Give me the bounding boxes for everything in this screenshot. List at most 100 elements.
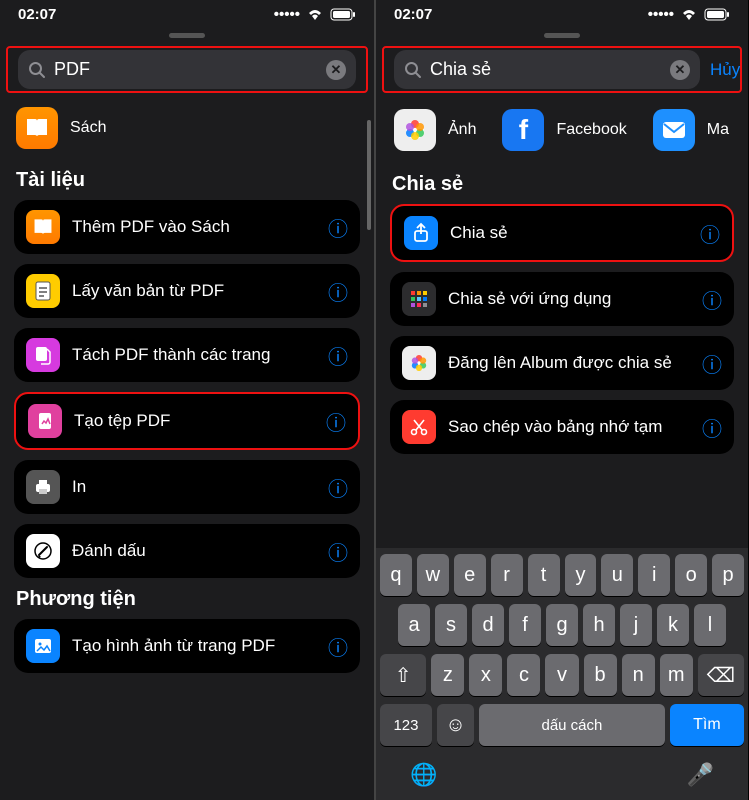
key-w[interactable]: w (417, 554, 449, 596)
key-c[interactable]: c (507, 654, 540, 696)
key-m[interactable]: m (660, 654, 693, 696)
key-e[interactable]: e (454, 554, 486, 596)
sheet-grabber[interactable] (169, 33, 205, 38)
search-input[interactable] (430, 59, 662, 80)
info-icon[interactable]: ⓘ (702, 349, 722, 378)
info-icon[interactable]: ⓘ (702, 285, 722, 314)
info-icon[interactable]: ⓘ (328, 213, 348, 242)
app-suggestion-books[interactable]: Sách (14, 103, 360, 159)
action-add-pdf-to-books[interactable]: Thêm PDF vào Sách ⓘ (14, 200, 360, 254)
action-label: Tạo hình ảnh từ trang PDF (72, 636, 316, 656)
grid-icon (402, 282, 436, 316)
action-label: Sao chép vào bảng nhớ tạm (448, 417, 690, 437)
action-image-from-pdf[interactable]: Tạo hình ảnh từ trang PDF ⓘ (14, 619, 360, 673)
key-k[interactable]: k (657, 604, 689, 646)
phone-left: 02:07 ••••• ✕ Sách Tài liệu Th (0, 0, 374, 800)
info-icon[interactable]: ⓘ (328, 473, 348, 502)
action-label: Đánh dấu (72, 541, 316, 561)
app-suggestion-photos[interactable]: Ảnh (394, 109, 476, 151)
action-get-text-from-pdf[interactable]: Lấy văn bản từ PDF ⓘ (14, 264, 360, 318)
key-z[interactable]: z (431, 654, 464, 696)
app-suggestion-mail[interactable]: Ma (653, 109, 729, 151)
key-u[interactable]: u (601, 554, 633, 596)
info-icon[interactable]: ⓘ (700, 219, 720, 248)
key-space[interactable]: dấu cách (479, 704, 665, 746)
photos-icon (394, 109, 436, 151)
app-suggestions-row[interactable]: Ảnh f Facebook Ma (390, 103, 734, 163)
info-icon[interactable]: ⓘ (702, 413, 722, 442)
cellular-icon: ••••• (648, 6, 674, 23)
globe-icon[interactable]: 🌐 (410, 762, 437, 788)
info-icon[interactable]: ⓘ (326, 407, 346, 436)
key-q[interactable]: q (380, 554, 412, 596)
mic-icon[interactable]: 🎤 (687, 762, 714, 788)
keyboard[interactable]: q w e r t y u i o p a s d f g h j k l ⇧ … (376, 548, 748, 800)
key-i[interactable]: i (638, 554, 670, 596)
key-l[interactable]: l (694, 604, 726, 646)
action-make-pdf[interactable]: Tạo tệp PDF ⓘ (14, 392, 360, 450)
info-icon[interactable]: ⓘ (328, 277, 348, 306)
key-h[interactable]: h (583, 604, 615, 646)
status-time: 02:07 (394, 6, 432, 23)
book-icon (26, 210, 60, 244)
scrollbar[interactable] (367, 120, 371, 230)
doc-split-icon (26, 338, 60, 372)
key-p[interactable]: p (712, 554, 744, 596)
search-icon (404, 61, 422, 79)
sheet-grabber[interactable] (544, 33, 580, 38)
key-backspace[interactable]: ⌫ (698, 654, 744, 696)
info-icon[interactable]: ⓘ (328, 632, 348, 661)
book-icon (16, 107, 58, 149)
mail-icon (653, 109, 695, 151)
key-shift[interactable]: ⇧ (380, 654, 426, 696)
action-print[interactable]: In ⓘ (14, 460, 360, 514)
key-t[interactable]: t (528, 554, 560, 596)
key-v[interactable]: v (545, 654, 578, 696)
search-field[interactable]: ✕ (18, 50, 356, 89)
action-list-documents: Thêm PDF vào Sách ⓘ Lấy văn bản từ PDF ⓘ… (14, 200, 360, 578)
key-s[interactable]: s (435, 604, 467, 646)
status-time: 02:07 (18, 6, 56, 23)
key-n[interactable]: n (622, 654, 655, 696)
key-r[interactable]: r (491, 554, 523, 596)
action-label: Tạo tệp PDF (74, 411, 314, 431)
key-f[interactable]: f (509, 604, 541, 646)
key-y[interactable]: y (565, 554, 597, 596)
wifi-icon (680, 8, 698, 21)
action-markup[interactable]: Đánh dấu ⓘ (14, 524, 360, 578)
action-copy-clipboard[interactable]: Sao chép vào bảng nhớ tạm ⓘ (390, 400, 734, 454)
key-123[interactable]: 123 (380, 704, 432, 746)
action-share[interactable]: Chia sẻ ⓘ (390, 204, 734, 262)
info-icon[interactable]: ⓘ (328, 537, 348, 566)
clear-search-icon[interactable]: ✕ (670, 60, 690, 80)
key-g[interactable]: g (546, 604, 578, 646)
app-suggestion-facebook[interactable]: f Facebook (502, 109, 626, 151)
action-list-share: Chia sẻ ⓘ Chia sẻ với ứng dụng ⓘ Đăng lê… (390, 204, 734, 454)
key-emoji[interactable]: ☺ (437, 704, 474, 746)
action-share-with-app[interactable]: Chia sẻ với ứng dụng ⓘ (390, 272, 734, 326)
section-title: Tài liệu (14, 159, 360, 200)
app-suggestion-label: Facebook (556, 121, 626, 139)
key-b[interactable]: b (584, 654, 617, 696)
keyboard-row-2: a s d f g h j k l (380, 604, 744, 646)
action-post-shared-album[interactable]: Đăng lên Album được chia sẻ ⓘ (390, 336, 734, 390)
clear-search-icon[interactable]: ✕ (326, 60, 346, 80)
action-split-pdf[interactable]: Tách PDF thành các trang ⓘ (14, 328, 360, 382)
keyboard-bottom-row: 🌐 🎤 (380, 754, 744, 790)
cancel-button[interactable]: Hủy (710, 60, 740, 80)
doc-make-icon (28, 404, 62, 438)
key-d[interactable]: d (472, 604, 504, 646)
app-suggestion-label: Ma (707, 121, 729, 139)
key-a[interactable]: a (398, 604, 430, 646)
cellular-icon: ••••• (274, 6, 300, 23)
info-icon[interactable]: ⓘ (328, 341, 348, 370)
key-return[interactable]: Tìm (670, 704, 744, 746)
action-label: Chia sẻ (450, 223, 688, 243)
key-j[interactable]: j (620, 604, 652, 646)
battery-icon (704, 8, 730, 21)
key-o[interactable]: o (675, 554, 707, 596)
key-x[interactable]: x (469, 654, 502, 696)
search-input[interactable] (54, 59, 318, 80)
action-label: Chia sẻ với ứng dụng (448, 289, 690, 309)
search-field[interactable]: ✕ (394, 50, 700, 89)
